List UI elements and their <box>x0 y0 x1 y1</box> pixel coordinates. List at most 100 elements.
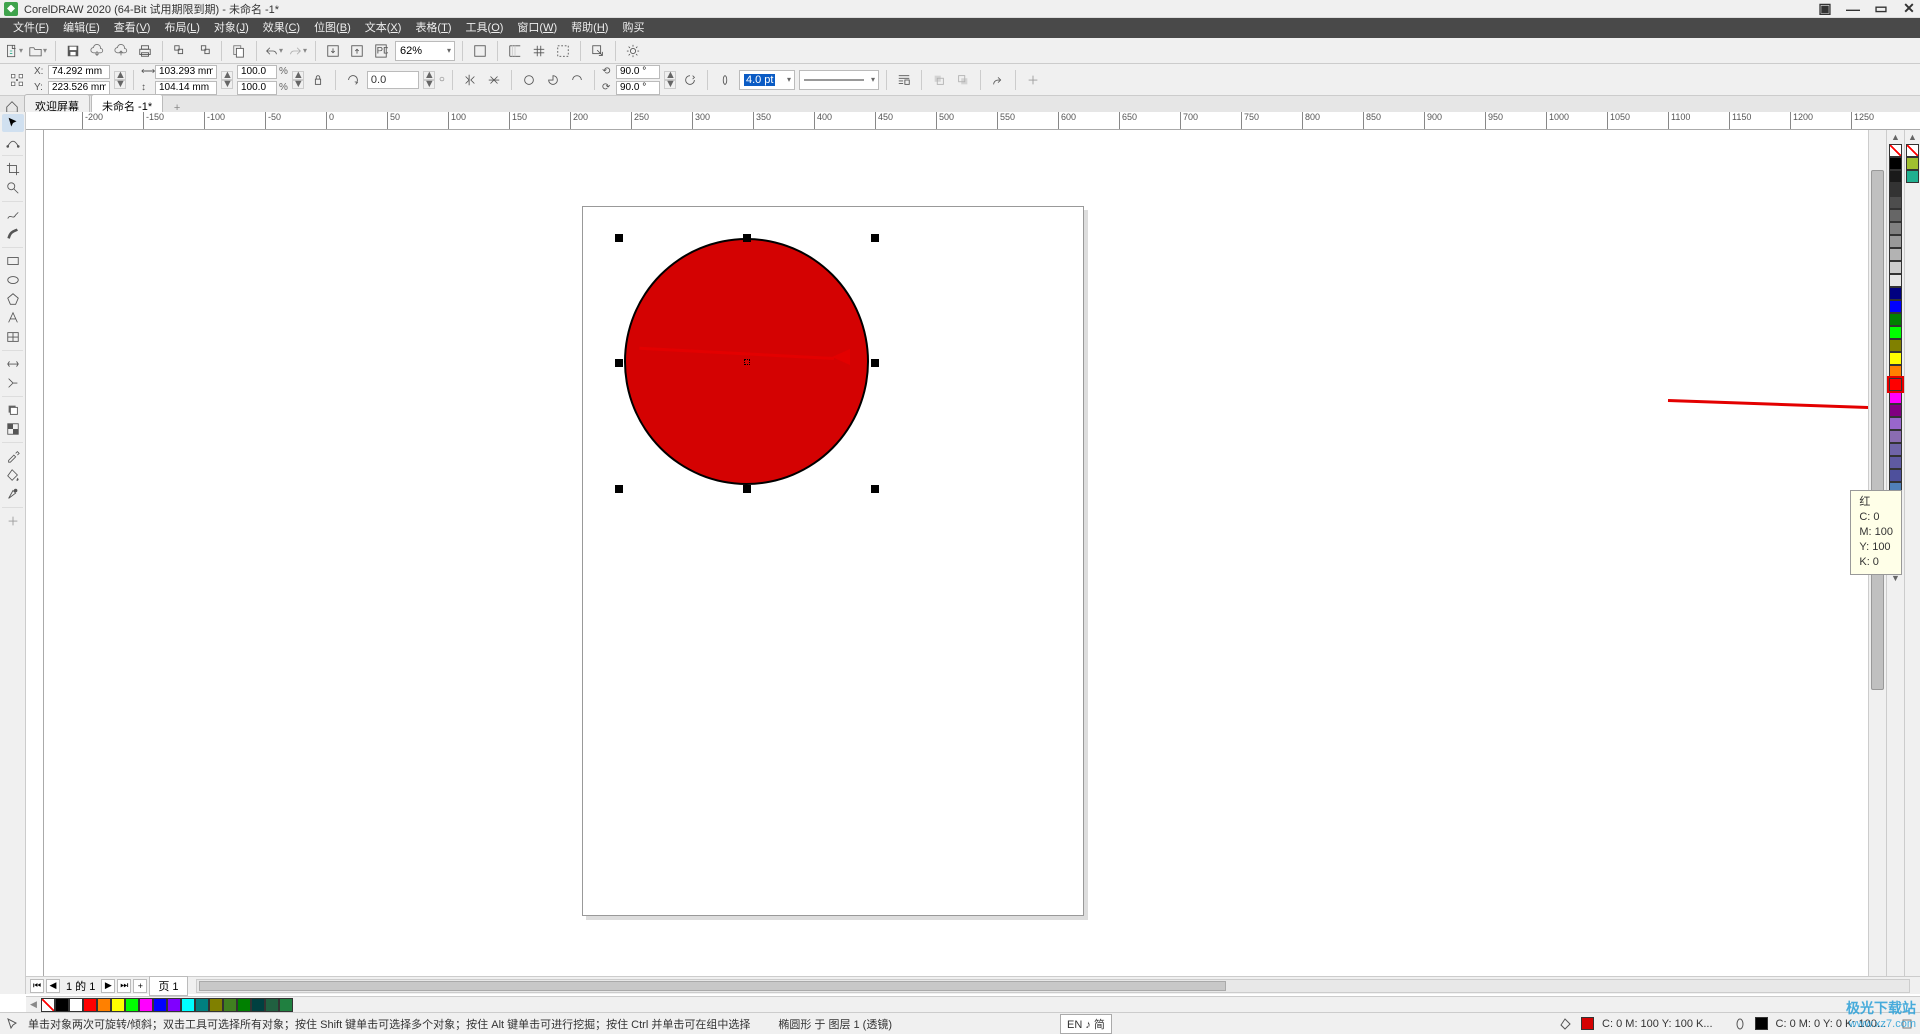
swatch-bottom-0[interactable] <box>55 998 69 1012</box>
object-origin-icon[interactable] <box>4 67 30 93</box>
cloud-upload-button[interactable] <box>111 41 131 61</box>
swatch-right-1[interactable] <box>1889 170 1902 183</box>
selection-handle-br[interactable] <box>871 485 879 493</box>
swatch-bottom-5[interactable] <box>125 998 139 1012</box>
cloud-download-button[interactable] <box>87 41 107 61</box>
ellipse-mode-button[interactable] <box>519 70 539 90</box>
hscroll-thumb[interactable] <box>199 981 1226 991</box>
prev-page-button[interactable]: ◀ <box>46 979 60 993</box>
swatch-right-9[interactable] <box>1889 274 1902 287</box>
convert-curves-button[interactable] <box>988 70 1008 90</box>
to-front-button[interactable] <box>929 70 949 90</box>
outline-swatch[interactable] <box>1755 1017 1768 1030</box>
menu-效果[interactable]: 效果(C) <box>256 18 307 38</box>
menu-文本[interactable]: 文本(X) <box>358 18 409 38</box>
w-input[interactable] <box>155 65 217 79</box>
pie-mode-button[interactable] <box>543 70 563 90</box>
export-button[interactable] <box>347 41 367 61</box>
mirror-h-button[interactable] <box>460 70 480 90</box>
swatch-right-19[interactable] <box>1889 404 1902 417</box>
publish-pdf-button[interactable]: PDF <box>371 41 391 61</box>
align-distribute-left-button[interactable] <box>170 41 190 61</box>
ruler-vertical[interactable] <box>26 130 44 994</box>
freehand-tool[interactable] <box>2 206 24 224</box>
menu-查看[interactable]: 查看(V) <box>107 18 158 38</box>
show-grid-button[interactable] <box>529 41 549 61</box>
selection-handle-mr[interactable] <box>871 359 879 367</box>
menu-帮助[interactable]: 帮助(H) <box>564 18 615 38</box>
swatch-bottom-4[interactable] <box>111 998 125 1012</box>
launch-button[interactable] <box>588 41 608 61</box>
options-button[interactable] <box>623 41 643 61</box>
swatch-right-21[interactable] <box>1889 430 1902 443</box>
swatch-none-2[interactable] <box>1906 144 1919 157</box>
menu-位图[interactable]: 位图(B) <box>307 18 358 38</box>
palette-up-arrow[interactable]: ▲ <box>1891 132 1900 144</box>
swatch-right-24[interactable] <box>1889 469 1902 482</box>
direction-button[interactable] <box>680 70 700 90</box>
swatch-bottom-7[interactable] <box>153 998 167 1012</box>
maximize-button[interactable]: ▭ <box>1874 2 1888 16</box>
selection-handle-ml[interactable] <box>615 359 623 367</box>
page-tab-1[interactable]: 页 1 <box>149 976 187 996</box>
outline-style-combo[interactable] <box>799 70 879 90</box>
swatch-right-17[interactable] <box>1889 378 1902 391</box>
minimize-button[interactable]: — <box>1846 2 1860 16</box>
horizontal-scrollbar[interactable] <box>196 979 1910 993</box>
artistic-media-tool[interactable] <box>2 225 24 243</box>
swatch-right2-1[interactable] <box>1906 170 1919 183</box>
polygon-tool[interactable] <box>2 290 24 308</box>
scale-spinner[interactable]: ▲▼ <box>292 71 304 89</box>
rotation-input[interactable] <box>367 71 419 89</box>
text-tool[interactable] <box>2 309 24 327</box>
drop-shadow-tool[interactable] <box>2 401 24 419</box>
x-input[interactable] <box>48 65 110 79</box>
h-input[interactable] <box>155 81 217 95</box>
mirror-v-button[interactable] <box>484 70 504 90</box>
menu-布局[interactable]: 布局(L) <box>157 18 206 38</box>
ruler-horizontal[interactable]: -200-150-100-500501001502002503003504004… <box>26 112 1920 130</box>
swatch-bottom-12[interactable] <box>223 998 237 1012</box>
swatch-right-11[interactable] <box>1889 300 1902 313</box>
outline-pen-tool[interactable] <box>2 485 24 503</box>
menu-文件[interactable]: 文件(F) <box>6 18 56 38</box>
angle-spinner[interactable]: ▲▼ <box>664 71 676 89</box>
menu-购买[interactable]: 购买 <box>615 18 651 38</box>
sx-input[interactable] <box>237 65 277 79</box>
menu-对象[interactable]: 对象(J) <box>207 18 256 38</box>
swatch-right-5[interactable] <box>1889 222 1902 235</box>
last-page-button[interactable]: ⏭ <box>117 979 131 993</box>
swatch-right-13[interactable] <box>1889 326 1902 339</box>
fullscreen-button[interactable] <box>470 41 490 61</box>
redo-button[interactable] <box>288 41 308 61</box>
copy-button[interactable] <box>229 41 249 61</box>
swatch-right-10[interactable] <box>1889 287 1902 300</box>
transparency-tool[interactable] <box>2 420 24 438</box>
add-preset-button[interactable] <box>1023 70 1043 90</box>
swatch-right-3[interactable] <box>1889 196 1902 209</box>
undo-button[interactable] <box>264 41 284 61</box>
outline-width-combo[interactable]: 4.0 pt <box>739 70 795 90</box>
swatch-right-23[interactable] <box>1889 456 1902 469</box>
swatch-right-15[interactable] <box>1889 352 1902 365</box>
swatch-bottom-11[interactable] <box>209 998 223 1012</box>
close-button[interactable]: ✕ <box>1902 2 1916 16</box>
selection-handle-bl[interactable] <box>615 485 623 493</box>
swatch-bottom-none[interactable] <box>41 998 55 1012</box>
swatch-right-6[interactable] <box>1889 235 1902 248</box>
vscroll-thumb[interactable] <box>1871 170 1884 690</box>
selection-handle-bm[interactable] <box>743 485 751 493</box>
angle2-input[interactable] <box>616 81 660 95</box>
fill-swatch[interactable] <box>1581 1017 1594 1030</box>
swatch-bottom-14[interactable] <box>251 998 265 1012</box>
shape-tool[interactable] <box>2 133 24 151</box>
pick-tool[interactable] <box>2 114 24 132</box>
rectangle-tool[interactable] <box>2 252 24 270</box>
add-page-button[interactable]: + <box>133 979 147 993</box>
to-back-button[interactable] <box>953 70 973 90</box>
wrap-text-button[interactable] <box>894 70 914 90</box>
crop-tool[interactable] <box>2 160 24 178</box>
fill-indicator-icon[interactable] <box>1559 1017 1573 1031</box>
swatch-right-16[interactable] <box>1889 365 1902 378</box>
first-page-button[interactable]: ⏮ <box>30 979 44 993</box>
